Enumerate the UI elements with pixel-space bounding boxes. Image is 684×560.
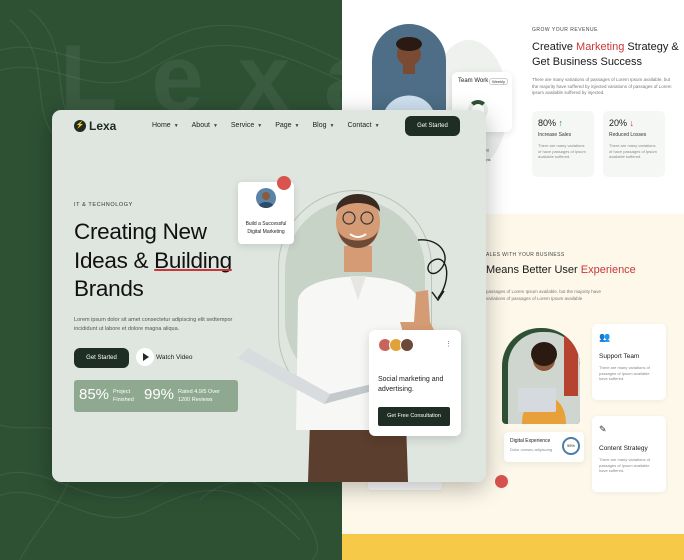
woman-portrait-image — [518, 336, 578, 424]
main-nav: Home ▼ About ▼ Service ▼ Page ▼ Blog ▼ Contac… — [152, 122, 393, 129]
rocket-pin-icon — [495, 475, 508, 488]
stat-rating-label: Rated 4.9/5 Over 1200 Reviews — [178, 389, 220, 403]
experience-paragraph: passages of Lorem Ipsum available, but t… — [486, 289, 602, 301]
nav-about[interactable]: About ▼ — [192, 122, 218, 129]
users-icon: 👥 — [599, 332, 611, 342]
arrow-doodle-icon — [417, 239, 448, 302]
chevron-down-icon: ▼ — [257, 122, 263, 129]
chevron-down-icon: ▼ — [173, 122, 179, 129]
experience-title: Means Better User Experience — [486, 264, 636, 276]
sales-eyebrow: ALES WITH YOUR BUSINESS — [486, 252, 565, 258]
social-card-text: Social marketing and advertising. — [378, 376, 444, 393]
hero-eyebrow: IT & TECHNOLOGY — [74, 202, 133, 208]
revenue-title: Creative Marketing Strategy & Get Busine… — [532, 41, 679, 68]
underlined-word: Building — [154, 247, 232, 273]
support-team-card[interactable]: 👥 Support Team There are many variations… — [592, 324, 666, 400]
badge-avatar — [256, 188, 276, 208]
revenue-paragraph: There are many variations of passages of… — [532, 77, 672, 95]
nav-home[interactable]: Home ▼ — [152, 122, 179, 129]
nav-get-started-button[interactable]: Get Started — [405, 116, 460, 136]
chevron-down-icon: ▼ — [294, 122, 300, 129]
digital-marketing-badge: Build a Successful Digital Marketing — [238, 182, 294, 244]
hero-card: ⚡ Lexa Home ▼ About ▼ Service ▼ Page ▼ Blog ▼… — [52, 110, 486, 482]
top-person-photo — [372, 24, 446, 124]
chevron-down-icon: ▼ — [329, 122, 335, 129]
digital-experience-card: Digital Experience Dolor consec adipisci… — [504, 432, 584, 462]
nav-blog[interactable]: Blog ▼ — [313, 122, 335, 129]
avatar — [400, 338, 414, 352]
lightning-icon: ⚡ — [74, 120, 86, 132]
nav-contact[interactable]: Contact ▼ — [347, 122, 379, 129]
social-marketing-card: ⋮ Social marketing and advertising. Get … — [369, 330, 461, 436]
get-started-button[interactable]: Get Started — [74, 348, 129, 368]
hero-headline: Creating New Ideas & Building Brands — [74, 219, 232, 301]
watch-video-link[interactable]: Watch Video — [156, 354, 193, 361]
rocket-icon — [277, 176, 291, 190]
play-icon[interactable] — [136, 348, 154, 366]
chevron-down-icon: ▼ — [374, 122, 380, 129]
stat-projects-value: 85% — [79, 386, 110, 403]
content-strategy-card[interactable]: ✎ Content Strategy There are many variat… — [592, 416, 666, 492]
free-consultation-button[interactable]: Get Free Consultation — [378, 407, 450, 426]
background-yellow-strip — [342, 534, 684, 560]
woman-laptop-photo — [502, 328, 580, 424]
hero-stats: 85% Project Finished 99% Rated 4.9/5 Over… — [74, 380, 238, 412]
stat-card-reduced-losses: 20% ↓ Reduced Losses There are many vari… — [603, 111, 665, 177]
brand-name: Lexa — [89, 119, 117, 133]
hero-description: Lorem ipsum dolor sit amet consectetur a… — [74, 317, 233, 332]
nav-page[interactable]: Page ▼ — [275, 122, 299, 129]
chevron-down-icon: ▼ — [212, 122, 218, 129]
progress-ring: 95% — [562, 437, 580, 455]
edit-icon: ✎ — [599, 424, 607, 434]
stat-projects-label: Project Finished — [113, 389, 134, 403]
man-portrait-image — [382, 37, 436, 124]
arrow-down-icon: ↓ — [629, 118, 635, 128]
revenue-eyebrow: GROW YOUR REVENUE — [532, 27, 598, 33]
stat-card-increase-sales: 80% ↑ Increase Sales There are many vari… — [532, 111, 594, 177]
arrow-up-icon: ↑ — [558, 118, 564, 128]
stat-rating-value: 99% — [144, 386, 175, 403]
weekly-dropdown[interactable]: Weekly — [488, 78, 508, 85]
nav-service[interactable]: Service ▼ — [231, 122, 262, 129]
brand-logo[interactable]: ⚡ Lexa — [74, 119, 116, 133]
more-icon[interactable]: ⋮ — [445, 340, 452, 348]
